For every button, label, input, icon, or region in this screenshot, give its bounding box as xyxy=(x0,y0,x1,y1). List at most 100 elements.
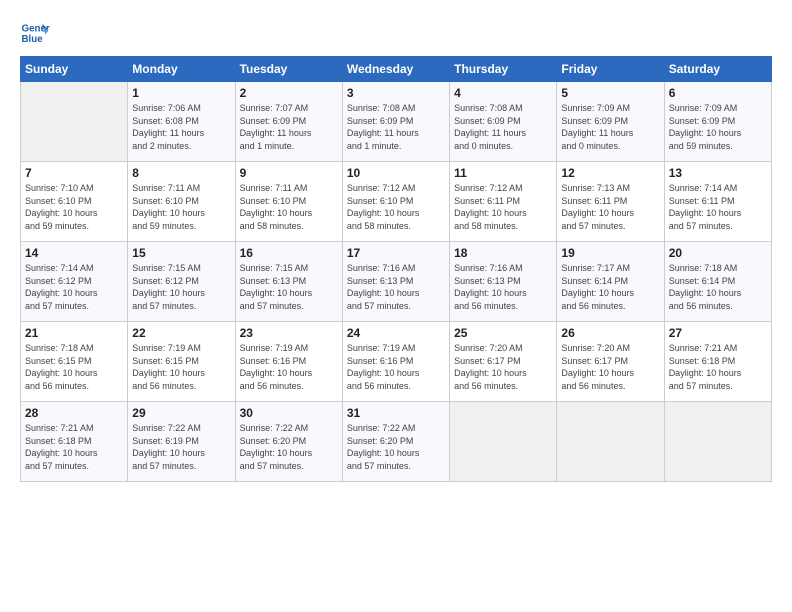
logo: General Blue xyxy=(20,18,50,48)
weekday-header-sunday: Sunday xyxy=(21,57,128,82)
calendar-week-row: 21 Sunrise: 7:18 AM Sunset: 6:15 PM Dayli… xyxy=(21,322,772,402)
calendar-cell: 6 Sunrise: 7:09 AM Sunset: 6:09 PM Daylig… xyxy=(664,82,771,162)
calendar-cell: 13 Sunrise: 7:14 AM Sunset: 6:11 PM Dayli… xyxy=(664,162,771,242)
day-number: 14 xyxy=(25,246,123,260)
day-number: 21 xyxy=(25,326,123,340)
calendar-cell: 11 Sunrise: 7:12 AM Sunset: 6:11 PM Dayli… xyxy=(450,162,557,242)
day-number: 6 xyxy=(669,86,767,100)
calendar-cell: 14 Sunrise: 7:14 AM Sunset: 6:12 PM Dayli… xyxy=(21,242,128,322)
weekday-header-saturday: Saturday xyxy=(664,57,771,82)
calendar-cell: 4Sunrise: 7:08 AM Sunset: 6:09 PM Daylig… xyxy=(450,82,557,162)
day-info: Sunrise: 7:09 AM Sunset: 6:09 PM Dayligh… xyxy=(669,102,767,152)
day-number: 27 xyxy=(669,326,767,340)
day-number: 16 xyxy=(240,246,338,260)
calendar-cell: 23 Sunrise: 7:19 AM Sunset: 6:16 PM Dayli… xyxy=(235,322,342,402)
day-number: 5 xyxy=(561,86,659,100)
day-number: 31 xyxy=(347,406,445,420)
day-number: 10 xyxy=(347,166,445,180)
day-number: 8 xyxy=(132,166,230,180)
calendar-cell: 5 Sunrise: 7:09 AM Sunset: 6:09 PM Daylig… xyxy=(557,82,664,162)
weekday-header-thursday: Thursday xyxy=(450,57,557,82)
day-number: 13 xyxy=(669,166,767,180)
weekday-header-tuesday: Tuesday xyxy=(235,57,342,82)
day-info: Sunrise: 7:08 AM Sunset: 6:09 PM Dayligh… xyxy=(347,102,445,152)
day-info: Sunrise: 7:19 AM Sunset: 6:16 PM Dayligh… xyxy=(240,342,338,392)
calendar-cell: 24 Sunrise: 7:19 AM Sunset: 6:16 PM Dayli… xyxy=(342,322,449,402)
day-info: Sunrise: 7:22 AM Sunset: 6:20 PM Dayligh… xyxy=(240,422,338,472)
day-info: Sunrise: 7:18 AM Sunset: 6:15 PM Dayligh… xyxy=(25,342,123,392)
day-number: 22 xyxy=(132,326,230,340)
day-info: Sunrise: 7:19 AM Sunset: 6:15 PM Dayligh… xyxy=(132,342,230,392)
day-number: 23 xyxy=(240,326,338,340)
day-info: Sunrise: 7:14 AM Sunset: 6:12 PM Dayligh… xyxy=(25,262,123,312)
day-info: Sunrise: 7:21 AM Sunset: 6:18 PM Dayligh… xyxy=(669,342,767,392)
calendar-cell: 21 Sunrise: 7:18 AM Sunset: 6:15 PM Dayli… xyxy=(21,322,128,402)
day-info: Sunrise: 7:19 AM Sunset: 6:16 PM Dayligh… xyxy=(347,342,445,392)
weekday-header-wednesday: Wednesday xyxy=(342,57,449,82)
day-info: Sunrise: 7:21 AM Sunset: 6:18 PM Dayligh… xyxy=(25,422,123,472)
svg-text:Blue: Blue xyxy=(22,34,44,45)
day-number: 19 xyxy=(561,246,659,260)
calendar-cell: 26 Sunrise: 7:20 AM Sunset: 6:17 PM Dayli… xyxy=(557,322,664,402)
weekday-header-row: SundayMondayTuesdayWednesdayThursdayFrid… xyxy=(21,57,772,82)
calendar-cell: 19 Sunrise: 7:17 AM Sunset: 6:14 PM Dayli… xyxy=(557,242,664,322)
day-info: Sunrise: 7:10 AM Sunset: 6:10 PM Dayligh… xyxy=(25,182,123,232)
day-info: Sunrise: 7:11 AM Sunset: 6:10 PM Dayligh… xyxy=(240,182,338,232)
day-number: 17 xyxy=(347,246,445,260)
day-number: 15 xyxy=(132,246,230,260)
calendar-cell: 18 Sunrise: 7:16 AM Sunset: 6:13 PM Dayli… xyxy=(450,242,557,322)
day-number: 26 xyxy=(561,326,659,340)
day-number: 1 xyxy=(132,86,230,100)
weekday-header-monday: Monday xyxy=(128,57,235,82)
day-info: Sunrise: 7:15 AM Sunset: 6:13 PM Dayligh… xyxy=(240,262,338,312)
day-info: Sunrise: 7:22 AM Sunset: 6:20 PM Dayligh… xyxy=(347,422,445,472)
day-info: Sunrise: 7:22 AM Sunset: 6:19 PM Dayligh… xyxy=(132,422,230,472)
calendar-cell: 25Sunrise: 7:20 AM Sunset: 6:17 PM Dayli… xyxy=(450,322,557,402)
day-number: 20 xyxy=(669,246,767,260)
calendar-cell xyxy=(21,82,128,162)
calendar-cell: 1Sunrise: 7:06 AM Sunset: 6:08 PM Daylig… xyxy=(128,82,235,162)
day-info: Sunrise: 7:12 AM Sunset: 6:10 PM Dayligh… xyxy=(347,182,445,232)
calendar-cell: 8 Sunrise: 7:11 AM Sunset: 6:10 PM Daylig… xyxy=(128,162,235,242)
day-info: Sunrise: 7:20 AM Sunset: 6:17 PM Dayligh… xyxy=(454,342,552,392)
day-number: 24 xyxy=(347,326,445,340)
calendar-cell: 22 Sunrise: 7:19 AM Sunset: 6:15 PM Dayli… xyxy=(128,322,235,402)
calendar-week-row: 7 Sunrise: 7:10 AM Sunset: 6:10 PM Daylig… xyxy=(21,162,772,242)
day-number: 2 xyxy=(240,86,338,100)
calendar-cell: 16 Sunrise: 7:15 AM Sunset: 6:13 PM Dayli… xyxy=(235,242,342,322)
day-info: Sunrise: 7:16 AM Sunset: 6:13 PM Dayligh… xyxy=(454,262,552,312)
day-number: 3 xyxy=(347,86,445,100)
calendar-cell: 29 Sunrise: 7:22 AM Sunset: 6:19 PM Dayli… xyxy=(128,402,235,482)
calendar-cell: 27 Sunrise: 7:21 AM Sunset: 6:18 PM Dayli… xyxy=(664,322,771,402)
day-number: 28 xyxy=(25,406,123,420)
day-number: 4 xyxy=(454,86,552,100)
day-info: Sunrise: 7:17 AM Sunset: 6:14 PM Dayligh… xyxy=(561,262,659,312)
calendar-cell: 12Sunrise: 7:13 AM Sunset: 6:11 PM Dayli… xyxy=(557,162,664,242)
calendar-cell: 10 Sunrise: 7:12 AM Sunset: 6:10 PM Dayli… xyxy=(342,162,449,242)
day-info: Sunrise: 7:09 AM Sunset: 6:09 PM Dayligh… xyxy=(561,102,659,152)
calendar-cell xyxy=(450,402,557,482)
calendar-cell: 30Sunrise: 7:22 AM Sunset: 6:20 PM Dayli… xyxy=(235,402,342,482)
day-info: Sunrise: 7:15 AM Sunset: 6:12 PM Dayligh… xyxy=(132,262,230,312)
calendar-cell: 17 Sunrise: 7:16 AM Sunset: 6:13 PM Dayli… xyxy=(342,242,449,322)
calendar-cell xyxy=(664,402,771,482)
day-number: 9 xyxy=(240,166,338,180)
day-info: Sunrise: 7:16 AM Sunset: 6:13 PM Dayligh… xyxy=(347,262,445,312)
day-info: Sunrise: 7:11 AM Sunset: 6:10 PM Dayligh… xyxy=(132,182,230,232)
day-number: 7 xyxy=(25,166,123,180)
day-info: Sunrise: 7:07 AM Sunset: 6:09 PM Dayligh… xyxy=(240,102,338,152)
calendar-week-row: 14 Sunrise: 7:14 AM Sunset: 6:12 PM Dayli… xyxy=(21,242,772,322)
calendar-cell: 15 Sunrise: 7:15 AM Sunset: 6:12 PM Dayli… xyxy=(128,242,235,322)
calendar-cell: 9 Sunrise: 7:11 AM Sunset: 6:10 PM Daylig… xyxy=(235,162,342,242)
day-number: 12 xyxy=(561,166,659,180)
calendar-week-row: 1Sunrise: 7:06 AM Sunset: 6:08 PM Daylig… xyxy=(21,82,772,162)
calendar-page: General Blue SundayMondayTuesdayWednesda… xyxy=(0,0,792,612)
day-number: 29 xyxy=(132,406,230,420)
day-info: Sunrise: 7:12 AM Sunset: 6:11 PM Dayligh… xyxy=(454,182,552,232)
day-number: 18 xyxy=(454,246,552,260)
calendar-cell xyxy=(557,402,664,482)
day-number: 11 xyxy=(454,166,552,180)
header: General Blue xyxy=(20,18,772,48)
day-info: Sunrise: 7:20 AM Sunset: 6:17 PM Dayligh… xyxy=(561,342,659,392)
day-info: Sunrise: 7:14 AM Sunset: 6:11 PM Dayligh… xyxy=(669,182,767,232)
